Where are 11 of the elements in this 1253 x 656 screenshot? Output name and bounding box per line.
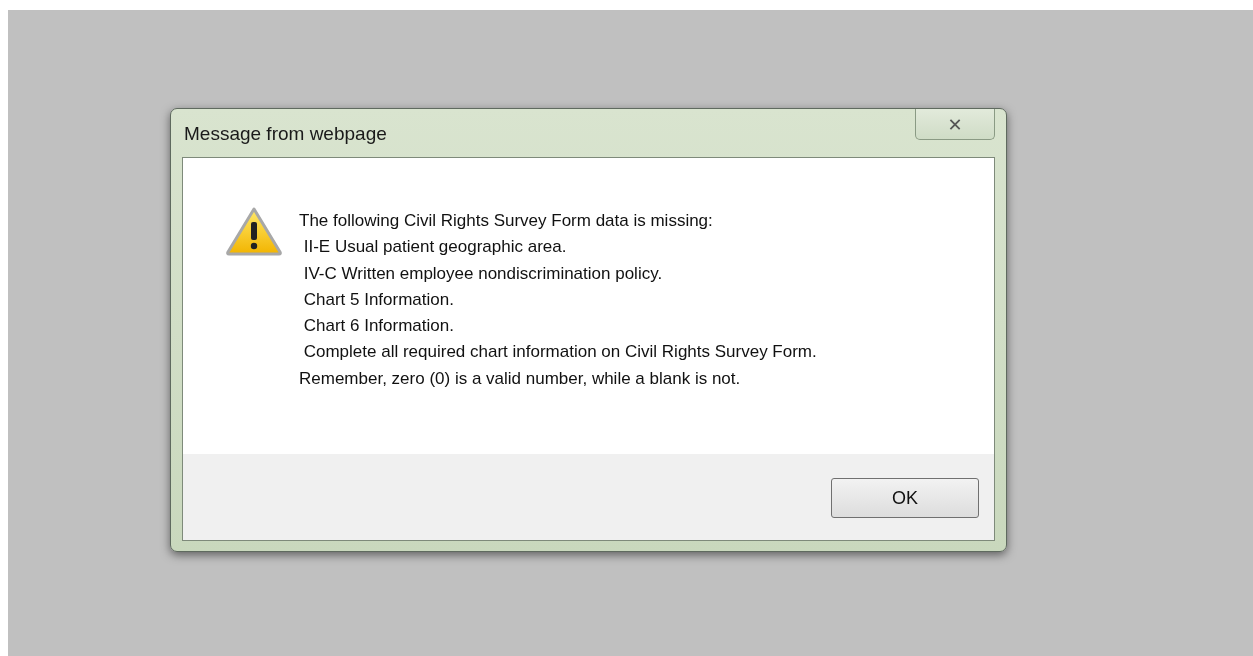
message-line: The following Civil Rights Survey Form data is missing: [299, 210, 714, 232]
ok-button[interactable]: OK [831, 478, 979, 518]
message-line: Remember, zero (0) is a valid number, while a blank is not. [299, 367, 742, 390]
warning-icon [225, 206, 283, 256]
window-title: Message from webpage [184, 123, 387, 145]
close-button[interactable]: ✕ [915, 109, 995, 140]
message-line: Chart 6 Information. [302, 315, 455, 338]
message-line: Complete all required chart information on Civil Rights Survey Form. [302, 341, 817, 364]
message-line: II-E Usual patient geographic area. [302, 236, 568, 259]
message-line: Chart 5 Information. [302, 288, 455, 311]
message-line: IV-C Written employee nondiscrimination policy. [302, 262, 664, 285]
